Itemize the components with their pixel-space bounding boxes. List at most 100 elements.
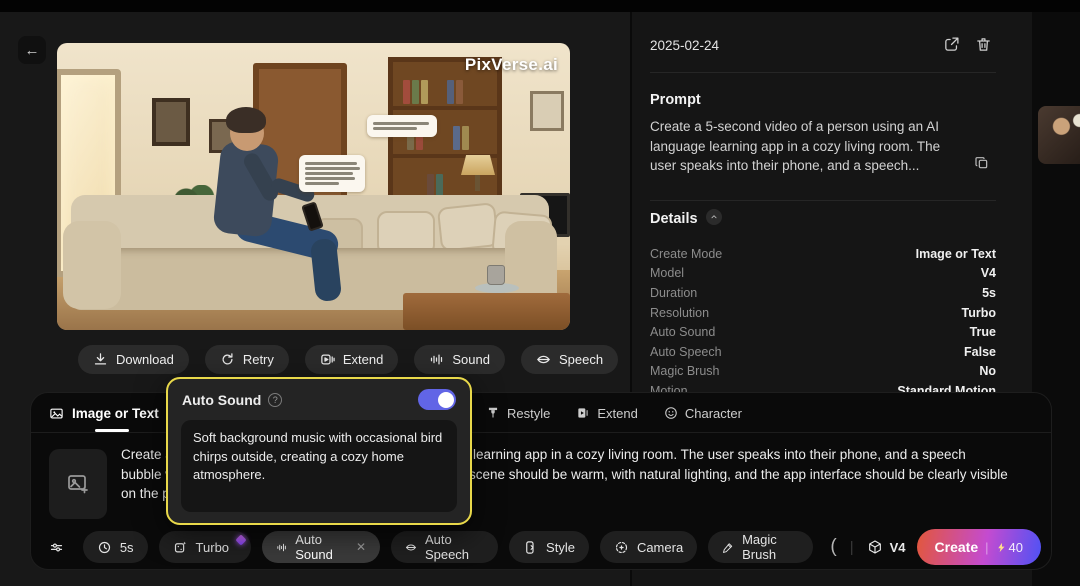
auto-speech-label: Auto Speech — [425, 532, 484, 562]
tab-extend-label: Extend — [597, 406, 637, 421]
divider: | — [850, 539, 854, 556]
download-button[interactable]: Download — [78, 345, 189, 374]
video-thumbnail-2[interactable] — [1038, 106, 1080, 164]
auto-sound-popup: Auto Sound ? Soft background music with … — [166, 377, 472, 525]
magic-brush-label: Magic Brush — [742, 532, 799, 562]
detail-row: Create ModeImage or Text — [650, 244, 996, 264]
clock-icon — [97, 540, 112, 555]
detail-row: Auto SpeechFalse — [650, 342, 996, 362]
video-preview[interactable]: PixVerse.ai — [57, 43, 570, 330]
settings-button[interactable] — [41, 531, 72, 563]
speech-button[interactable]: Speech — [521, 345, 618, 374]
tab-image-or-text-label: Image or Text — [72, 406, 159, 421]
lips-icon — [405, 540, 417, 555]
turbo-icon — [173, 540, 188, 555]
tab-image-or-text[interactable]: Image or Text — [49, 393, 159, 433]
extend-icon — [320, 352, 335, 367]
person-hair — [226, 107, 266, 133]
create-button[interactable]: Create | 40 — [917, 529, 1041, 565]
style-label: Style — [546, 540, 575, 555]
couch-armrest — [63, 221, 121, 309]
pixverse-watermark: PixVerse.ai — [465, 55, 558, 75]
tab-character[interactable]: Character — [664, 406, 742, 421]
retry-label: Retry — [243, 352, 274, 367]
auto-sound-toggle[interactable] — [418, 389, 456, 410]
collapsed-control-icon[interactable]: ( — [830, 536, 836, 558]
magic-brush-pen-icon — [722, 540, 734, 555]
wall-picture — [152, 98, 190, 146]
tab-restyle-label: Restyle — [507, 406, 550, 421]
help-icon[interactable]: ? — [268, 393, 282, 407]
sound-label: Sound — [452, 352, 490, 367]
extend-film-icon — [576, 406, 590, 420]
camera-movement-icon — [614, 540, 629, 555]
retry-button[interactable]: Retry — [205, 345, 289, 374]
popup-title: Auto Sound — [182, 392, 261, 408]
auto-speech-pill[interactable]: Auto Speech — [391, 531, 498, 563]
lips-icon — [536, 352, 551, 367]
lightning-icon — [996, 542, 1007, 553]
window-top-strip — [0, 0, 1080, 12]
extend-button[interactable]: Extend — [305, 345, 398, 374]
speech-bubble — [299, 155, 365, 192]
video-action-bar: Download Retry Extend Sound Speech — [78, 345, 618, 374]
credit-amount: 40 — [1009, 540, 1023, 555]
detail-row: Duration5s — [650, 283, 996, 303]
detail-row: ModelV4 — [650, 264, 996, 284]
auto-sound-label: Auto Sound — [295, 532, 346, 562]
retry-icon — [220, 352, 235, 367]
app-window: ← — [0, 0, 1080, 586]
sliders-icon — [49, 540, 64, 555]
creation-date: 2025-02-24 — [650, 38, 719, 53]
divider: | — [985, 540, 988, 555]
detail-row: ResolutionTurbo — [650, 303, 996, 323]
prompt-text: Create a 5-second video of a person usin… — [650, 117, 980, 176]
image-upload-box[interactable] — [49, 449, 107, 519]
active-tab-indicator — [95, 429, 129, 432]
magic-brush-pill[interactable]: Magic Brush — [708, 531, 813, 563]
back-arrow-icon: ← — [25, 42, 40, 59]
pillow — [437, 202, 499, 252]
mug — [487, 265, 505, 285]
remove-auto-sound-icon[interactable]: ✕ — [356, 540, 366, 554]
quality-pill[interactable]: Turbo — [159, 531, 251, 563]
divider — [650, 200, 996, 201]
create-label: Create — [935, 539, 979, 555]
wall-picture — [530, 91, 564, 131]
extend-label: Extend — [343, 352, 383, 367]
controls-bar: 5s Turbo Auto Sound ✕ Auto Speech Style — [41, 529, 1041, 565]
copy-icon — [974, 155, 990, 171]
auto-sound-pill[interactable]: Auto Sound ✕ — [262, 531, 380, 563]
image-icon — [49, 406, 64, 421]
coffee-table — [403, 293, 570, 330]
detail-row: Magic BrushNo — [650, 362, 996, 382]
lamp-decor — [461, 155, 495, 175]
camera-pill[interactable]: Camera — [600, 531, 697, 563]
style-pill[interactable]: Style — [509, 531, 589, 563]
restyle-brush-icon — [486, 406, 500, 420]
tab-extend[interactable]: Extend — [576, 406, 637, 421]
duration-pill[interactable]: 5s — [83, 531, 148, 563]
video-thumbnail-1[interactable] — [1038, 28, 1080, 90]
speech-bubble — [367, 115, 437, 137]
sound-button[interactable]: Sound — [414, 345, 505, 374]
camera-label: Camera — [637, 540, 683, 555]
divider — [650, 72, 996, 73]
premium-gem-icon — [235, 534, 246, 545]
quality-label: Turbo — [196, 540, 229, 555]
download-icon — [93, 352, 108, 367]
trash-icon[interactable] — [975, 36, 992, 53]
tab-restyle[interactable]: Restyle — [486, 406, 550, 421]
share-icon[interactable] — [943, 36, 960, 53]
back-button[interactable]: ← — [18, 36, 46, 64]
sound-prompt-text: Soft background music with occasional bi… — [193, 429, 448, 485]
copy-prompt-button[interactable] — [974, 155, 990, 176]
download-label: Download — [116, 352, 174, 367]
character-face-icon — [664, 406, 678, 420]
speech-label: Speech — [559, 352, 603, 367]
sound-bars-icon — [276, 540, 287, 555]
sound-prompt-textarea[interactable]: Soft background music with occasional bi… — [181, 420, 457, 512]
model-selector[interactable]: V4 — [867, 539, 906, 555]
collapse-details-button[interactable] — [706, 209, 722, 225]
style-phone-icon — [523, 540, 538, 555]
